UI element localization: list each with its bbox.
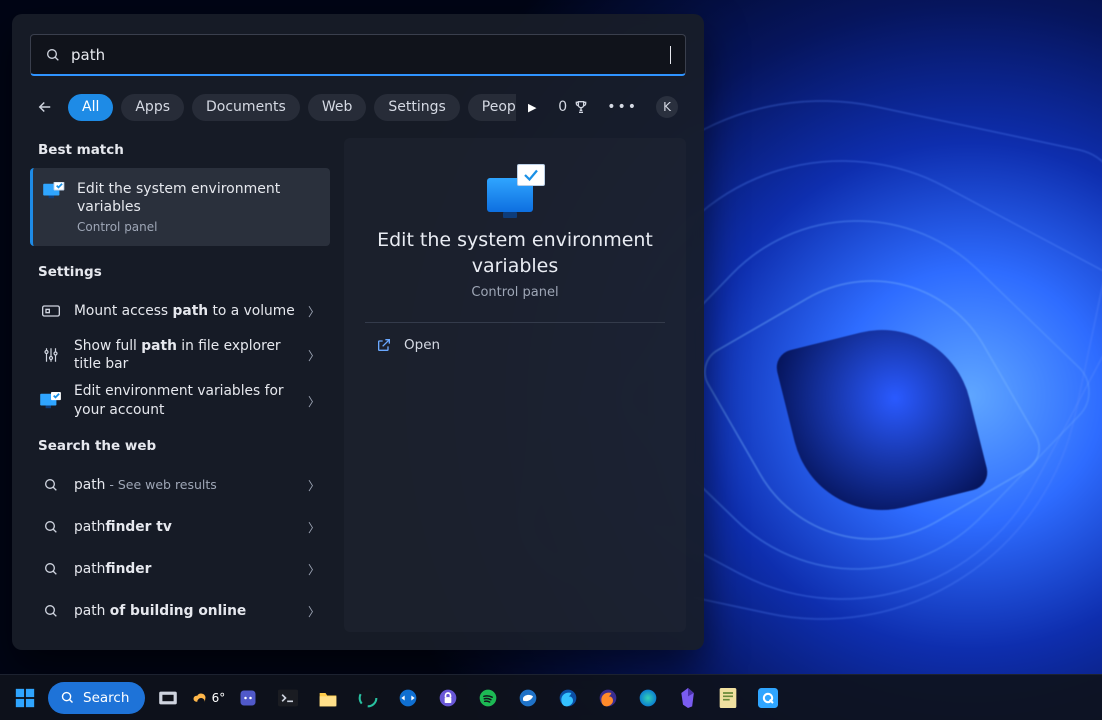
settings-result-show-full-path[interactable]: Show full path in file explorer title ba… — [30, 332, 330, 378]
tabs-overflow-icon[interactable]: ▶ — [528, 101, 536, 114]
weather-widget[interactable]: 6° — [191, 681, 225, 715]
best-match-subtitle: Control panel — [77, 220, 318, 234]
result-label: Edit environment variables for your acco… — [74, 382, 296, 419]
tab-documents[interactable]: Documents — [192, 94, 300, 121]
taskbar-app-lock[interactable] — [431, 681, 465, 715]
section-settings: Settings — [30, 260, 330, 290]
result-label: path of building online — [74, 602, 296, 621]
sliders-icon — [40, 346, 62, 364]
detail-hero-icon — [487, 168, 543, 216]
settings-result-mount-path[interactable]: Mount access path to a volume 〉 — [30, 290, 330, 332]
result-label: path - See web results — [74, 476, 296, 495]
search-icon — [45, 47, 61, 63]
result-label: pathfinder — [74, 560, 296, 579]
tab-settings[interactable]: Settings — [374, 94, 459, 121]
chevron-right-icon: 〉 — [308, 519, 320, 536]
start-button[interactable] — [8, 681, 42, 715]
best-match-result[interactable]: Edit the system environment variables Co… — [30, 168, 330, 246]
detail-title: Edit the system environment variables — [344, 228, 686, 279]
open-icon — [376, 337, 392, 353]
chevron-right-icon: 〉 — [308, 477, 320, 494]
filter-tab-bar: All Apps Documents Web Settings People F… — [30, 90, 686, 124]
chevron-right-icon: 〉 — [308, 347, 320, 364]
result-label: pathfinder tv — [74, 518, 296, 537]
rewards-count: 0 — [558, 99, 567, 115]
tab-all[interactable]: All — [68, 94, 113, 121]
taskbar-app-thunderbird[interactable] — [511, 681, 545, 715]
divider — [365, 322, 666, 323]
search-icon — [60, 690, 75, 705]
settings-result-edit-env-vars-account[interactable]: Edit environment variables for your acco… — [30, 378, 330, 424]
taskbar-app-firefox-dev[interactable] — [551, 681, 585, 715]
search-bar[interactable]: path — [30, 34, 686, 76]
env-vars-icon — [43, 182, 65, 204]
chevron-right-icon: 〉 — [308, 603, 320, 620]
taskbar-app-teamviewer[interactable] — [391, 681, 425, 715]
start-search-panel: path All Apps Documents Web Settings Peo… — [12, 14, 704, 650]
taskbar-app-spotify[interactable] — [471, 681, 505, 715]
back-button[interactable] — [30, 92, 60, 122]
best-match-title: Edit the system environment variables — [77, 180, 318, 216]
rewards-badge[interactable]: 0 — [558, 99, 589, 115]
taskbar-app-firefox[interactable] — [591, 681, 625, 715]
weather-temp: 6° — [212, 691, 226, 705]
web-result-pathfinder-tv[interactable]: pathfinder tv 〉 — [30, 506, 330, 548]
volume-icon — [40, 304, 62, 318]
taskbar-app-edge[interactable] — [631, 681, 665, 715]
chevron-right-icon: 〉 — [308, 393, 320, 410]
task-view-icon[interactable] — [151, 681, 185, 715]
taskbar-app-obsidian[interactable] — [671, 681, 705, 715]
filter-tabs: All Apps Documents Web Settings People F… — [68, 94, 516, 121]
env-vars-small-icon — [40, 392, 62, 410]
search-icon — [40, 519, 62, 535]
web-result-path-of-building[interactable]: path of building online 〉 — [30, 590, 330, 632]
result-label: Show full path in file explorer title ba… — [74, 337, 296, 374]
web-result-path[interactable]: path - See web results 〉 — [30, 464, 330, 506]
search-icon — [40, 561, 62, 577]
tab-people[interactable]: People — [468, 94, 516, 121]
tab-apps[interactable]: Apps — [121, 94, 184, 121]
taskbar-app-qbittorrent[interactable] — [751, 681, 785, 715]
section-best-match: Best match — [30, 138, 330, 168]
taskbar-app-terminal[interactable] — [271, 681, 305, 715]
taskbar-app-notepadpp[interactable] — [711, 681, 745, 715]
search-input-text[interactable]: path — [71, 46, 660, 64]
taskbar-search-button[interactable]: Search — [48, 682, 145, 714]
chevron-right-icon: 〉 — [308, 561, 320, 578]
section-search-web: Search the web — [30, 434, 330, 464]
taskbar-app-explorer[interactable] — [311, 681, 345, 715]
tab-web[interactable]: Web — [308, 94, 367, 121]
text-caret — [670, 46, 671, 64]
taskbar-app-chat[interactable] — [231, 681, 265, 715]
trophy-icon — [573, 99, 589, 115]
result-label: Mount access path to a volume — [74, 302, 296, 321]
search-icon — [40, 603, 62, 619]
search-icon — [40, 477, 62, 493]
user-avatar[interactable]: K — [656, 96, 678, 118]
web-result-pathfinder[interactable]: pathfinder 〉 — [30, 548, 330, 590]
chevron-right-icon: 〉 — [308, 303, 320, 320]
weather-icon — [192, 689, 210, 707]
results-list: Best match Edit the system environment v… — [30, 138, 330, 632]
taskbar-search-label: Search — [83, 690, 129, 706]
taskbar: Search 6° — [0, 674, 1102, 720]
result-detail-pane: Edit the system environment variables Co… — [344, 138, 686, 632]
more-options-button[interactable]: ••• — [607, 99, 638, 115]
open-action[interactable]: Open — [366, 329, 450, 361]
detail-subtitle: Control panel — [471, 285, 558, 300]
taskbar-app-pycharm[interactable] — [351, 681, 385, 715]
open-label: Open — [404, 337, 440, 353]
